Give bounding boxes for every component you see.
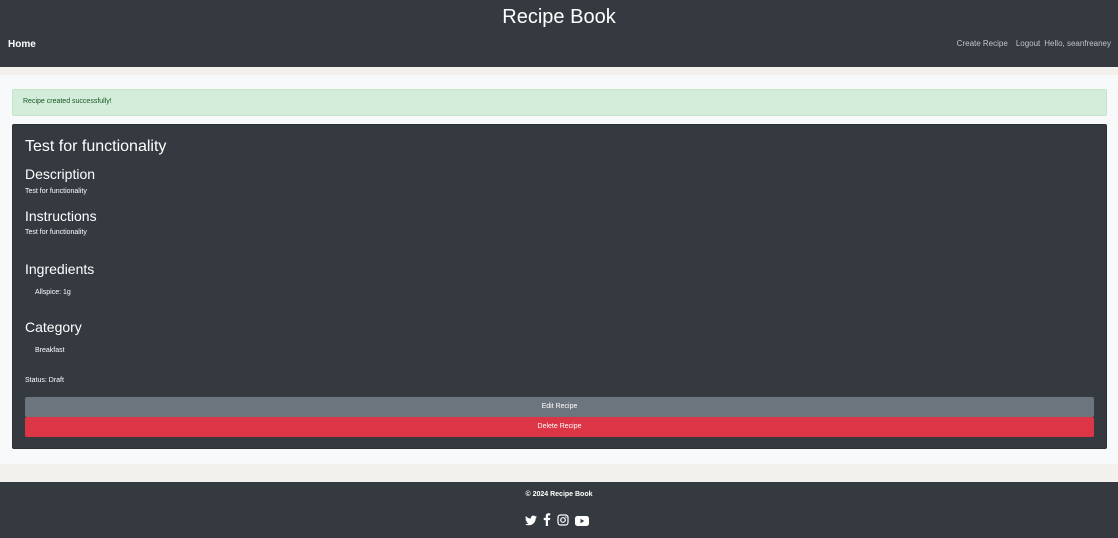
ingredients-list: Allspice: 1g <box>35 289 71 296</box>
main-content: Recipe created successfully! Test for fu… <box>0 75 1118 464</box>
ingredients-heading: Ingredients <box>25 261 95 277</box>
description-text: Test for functionality <box>25 188 87 195</box>
instructions-text: Test for functionality <box>25 229 87 236</box>
category-list: Breakfast <box>35 347 65 354</box>
twitter-icon[interactable] <box>525 513 537 531</box>
social-links <box>525 513 589 531</box>
site-footer: © 2024 Recipe Book <box>0 482 1118 538</box>
recipe-title: Test for functionality <box>25 138 167 155</box>
facebook-icon[interactable] <box>543 513 551 531</box>
recipe-card: Test for functionality Description Test … <box>12 124 1107 449</box>
category-item: Breakfast <box>35 347 65 354</box>
ingredient-item: Allspice: 1g <box>35 289 71 296</box>
success-alert: Recipe created successfully! <box>12 89 1107 116</box>
nav-home-link[interactable]: Home <box>8 39 36 50</box>
delete-recipe-button[interactable]: Delete Recipe <box>25 417 1094 437</box>
user-greeting: Hello, seanfreaney <box>1044 39 1111 48</box>
instructions-heading: Instructions <box>25 208 97 224</box>
recipe-status: Status: Draft <box>25 377 64 384</box>
site-title: Recipe Book <box>502 6 616 28</box>
site-header: Recipe Book Home Create Recipe Logout He… <box>0 0 1118 67</box>
category-heading: Category <box>25 319 82 335</box>
nav-logout-link[interactable]: Logout <box>1016 39 1040 48</box>
youtube-icon[interactable] <box>575 513 589 531</box>
instagram-icon[interactable] <box>557 513 569 531</box>
nav-user-links: Create Recipe Logout Hello, seanfreaney <box>957 39 1111 48</box>
description-heading: Description <box>25 166 96 182</box>
edit-recipe-button[interactable]: Edit Recipe <box>25 397 1094 417</box>
nav-create-recipe-link[interactable]: Create Recipe <box>957 39 1008 48</box>
copyright-text: © 2024 Recipe Book <box>525 491 593 498</box>
